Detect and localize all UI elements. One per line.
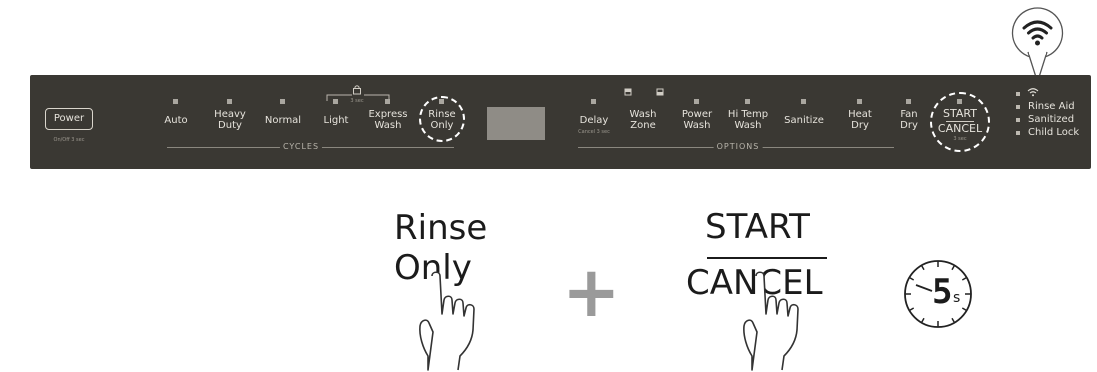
timer-unit: s <box>953 290 961 306</box>
led-heat-dry <box>857 99 862 104</box>
wifi-status-icon <box>1027 88 1039 97</box>
led-delay <box>591 99 596 104</box>
option-button-heat-dry[interactable]: Heat Dry <box>848 109 872 131</box>
option-button-power-wash[interactable]: Power Wash <box>682 109 712 131</box>
led-child-lock <box>1016 131 1020 135</box>
led-power-wash <box>694 99 699 104</box>
status-display <box>487 107 545 140</box>
lock-hint: 3 sec <box>350 98 364 104</box>
hand-pointer-icon <box>743 271 799 371</box>
led-express-wash <box>385 99 390 104</box>
led-sanitized <box>1016 118 1020 122</box>
plus-sign: + <box>562 251 621 333</box>
led-wifi <box>1016 92 1020 96</box>
cycle-button-normal[interactable]: Normal <box>265 115 301 126</box>
option-button-delay[interactable]: Delay <box>580 115 609 126</box>
timer-value: 5 <box>932 272 953 312</box>
cycles-group-label: CYCLES <box>279 142 323 151</box>
led-rinse-aid <box>1016 105 1020 109</box>
led-auto <box>173 99 178 104</box>
lower-rack-icon <box>656 88 664 96</box>
options-group-label: OPTIONS <box>713 142 763 151</box>
start-cancel-button[interactable]: START <box>943 108 977 119</box>
led-heavy-duty <box>227 99 232 104</box>
option-button-fan-dry[interactable]: Fan Dry <box>900 109 918 131</box>
led-normal <box>280 99 285 104</box>
cycle-button-heavy-duty[interactable]: Heavy Duty <box>214 109 246 131</box>
led-light <box>333 99 338 104</box>
start-cancel-hint: 3 sec <box>953 136 967 142</box>
status-rinse-aid: Rinse Aid <box>1028 101 1075 112</box>
lock-icon <box>353 85 361 95</box>
cycle-button-rinse-only[interactable]: Rinse Only <box>428 109 455 131</box>
cycle-button-auto[interactable]: Auto <box>164 115 187 126</box>
led-rinse-only <box>439 99 444 104</box>
control-panel: Power On/Off 3 sec Auto Heavy Duty Norma… <box>30 75 1091 169</box>
led-hi-temp-wash <box>745 99 750 104</box>
power-button[interactable]: Power <box>45 108 93 130</box>
delay-cancel-hint: Cancel 3 sec <box>578 129 610 135</box>
led-start <box>957 99 962 104</box>
option-button-hi-temp-wash[interactable]: Hi Temp Wash <box>728 109 768 131</box>
start-cancel-label-bottom: CANCEL <box>937 122 983 135</box>
instruction-start-cancel-divider <box>707 257 827 259</box>
hand-pointer-icon <box>419 271 475 371</box>
option-button-wash-zone[interactable]: Wash Zone <box>630 109 657 131</box>
upper-rack-icon <box>624 88 632 96</box>
option-button-sanitize[interactable]: Sanitize <box>784 115 824 126</box>
led-fan-dry <box>906 99 911 104</box>
instruction-start-label: START <box>705 207 810 247</box>
led-sanitize <box>801 99 806 104</box>
power-hold-hint: On/Off 3 sec <box>53 137 85 143</box>
status-child-lock: Child Lock <box>1028 127 1080 138</box>
stopwatch-icon: 5 s <box>902 258 974 330</box>
cycle-button-express-wash[interactable]: Express Wash <box>368 109 407 131</box>
cycle-button-light[interactable]: Light <box>324 115 349 126</box>
status-sanitized: Sanitized <box>1028 114 1075 125</box>
